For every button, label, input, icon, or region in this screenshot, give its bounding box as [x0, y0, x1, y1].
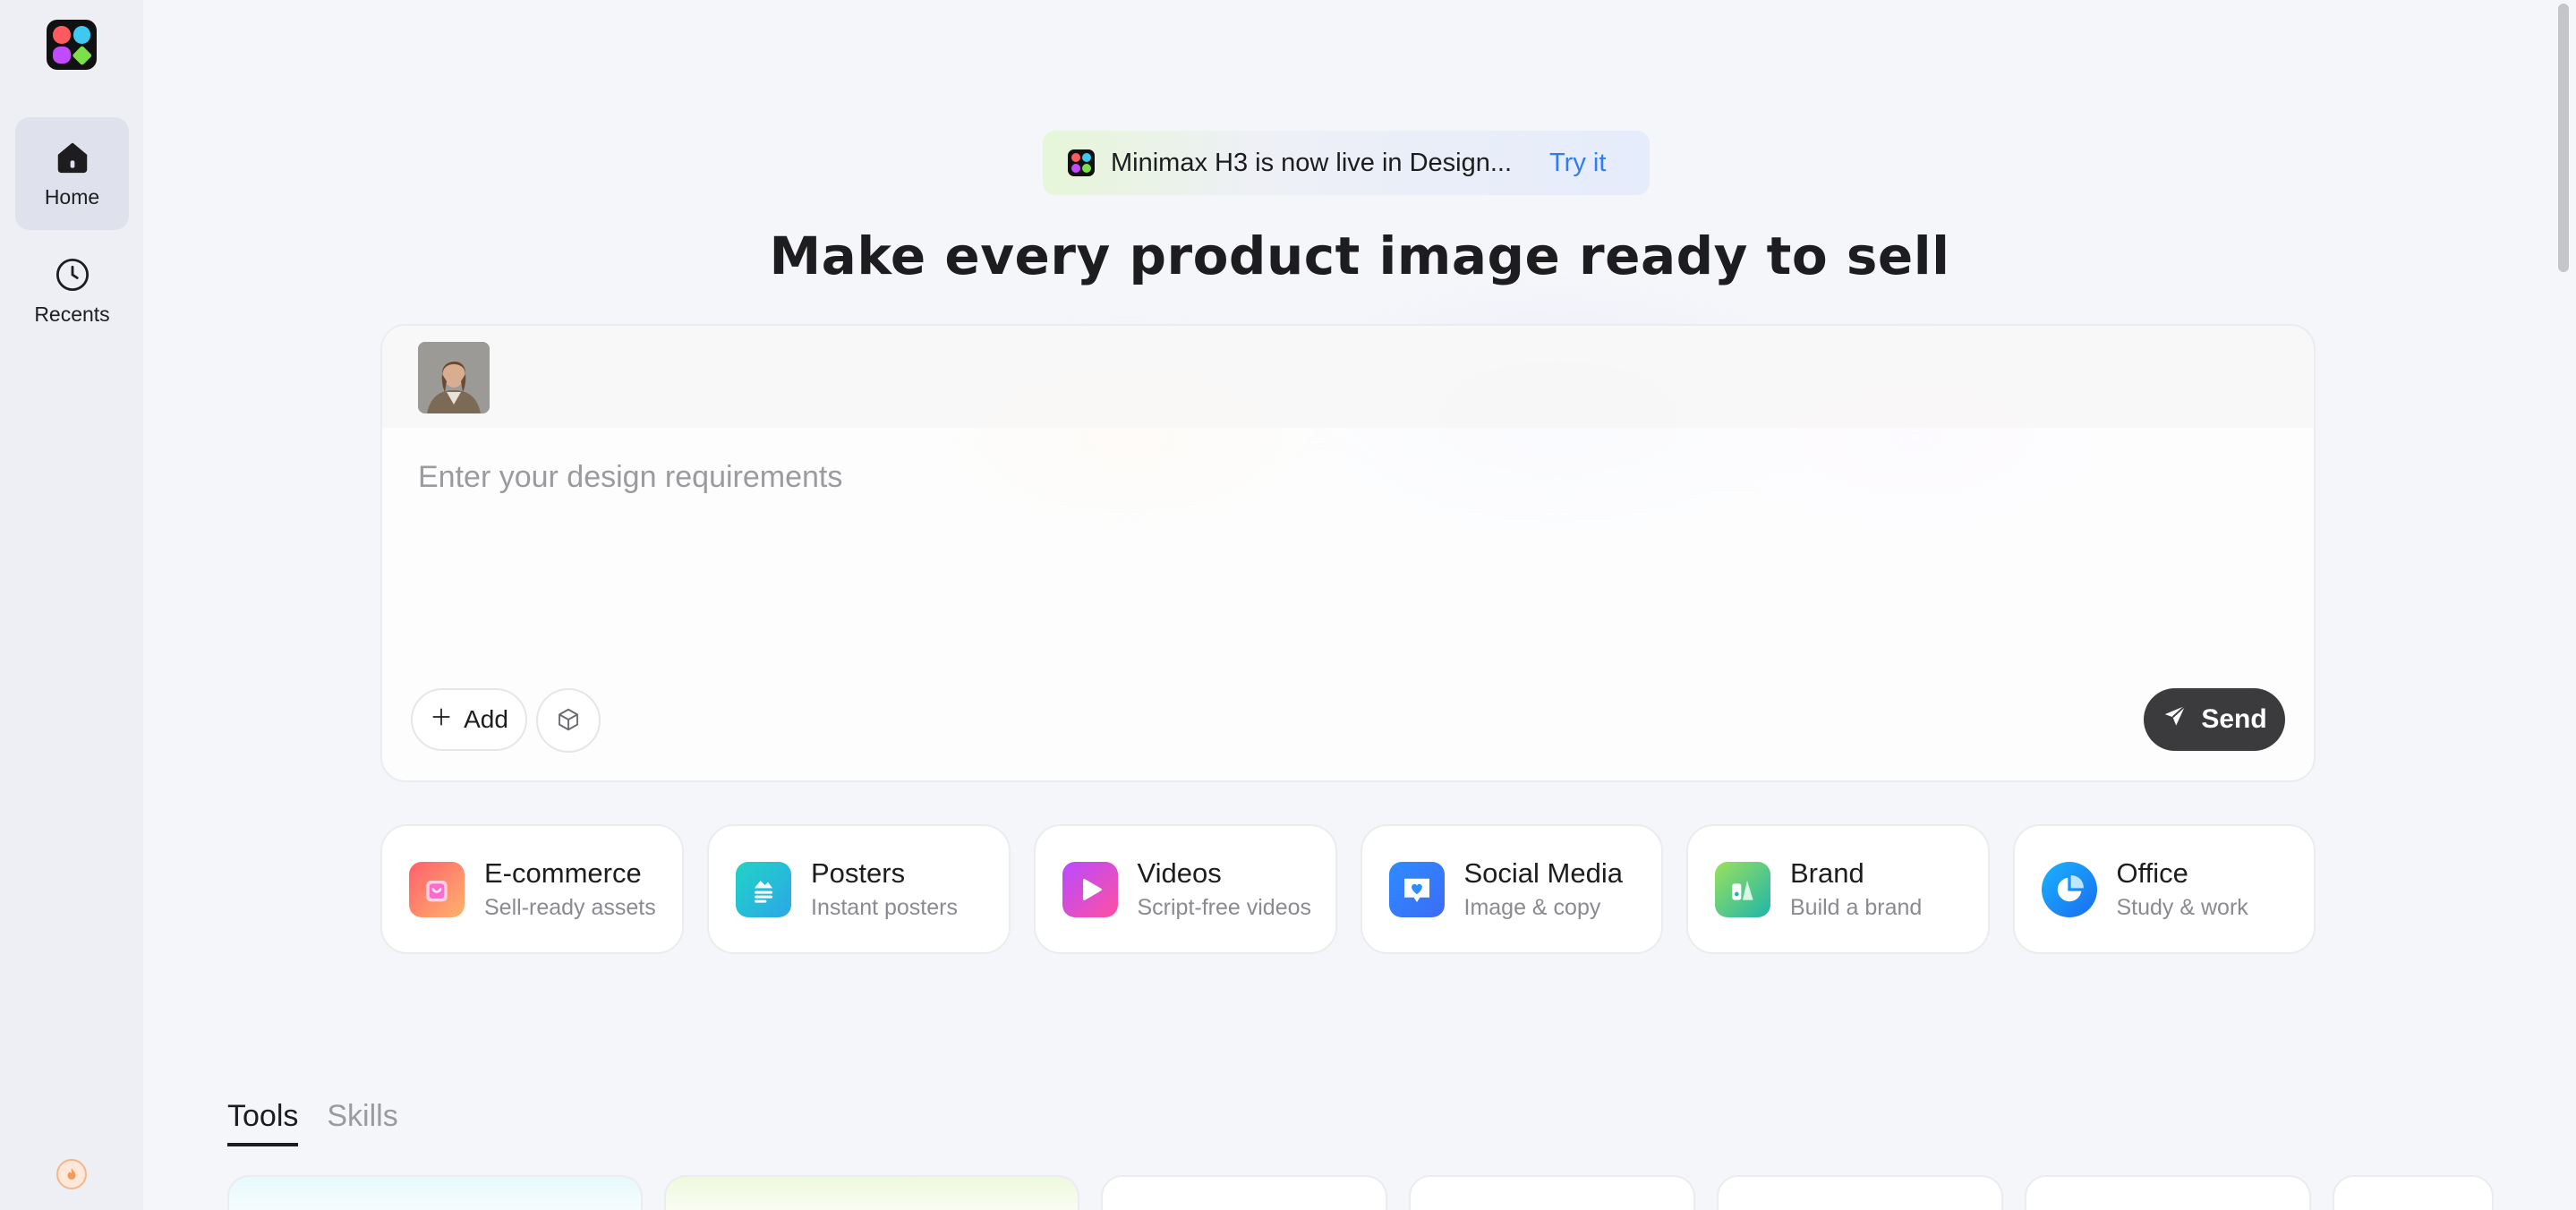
attachment-thumbnail[interactable] — [418, 342, 490, 413]
tool-card-list — [227, 1175, 2555, 1210]
tool-card[interactable] — [227, 1175, 643, 1210]
category-title: Brand — [1790, 857, 1864, 889]
content-tabs: Tools Skills — [227, 1099, 398, 1146]
send-button-label: Send — [2201, 704, 2267, 734]
category-title: Office — [2116, 857, 2188, 889]
add-button-label: Add — [464, 705, 508, 733]
banner-text: Minimax H3 is now live in Design... — [1111, 148, 1513, 177]
send-button[interactable]: Send — [2144, 688, 2285, 751]
plus-icon — [430, 705, 453, 735]
heart-chat-icon — [1388, 861, 1445, 917]
category-subtitle: Sell-ready assets — [484, 895, 656, 920]
tab-tools[interactable]: Tools — [227, 1099, 299, 1146]
scrollbar-thumb[interactable] — [2558, 4, 2569, 272]
shopping-bag-icon — [409, 861, 465, 917]
cube-icon — [555, 706, 582, 736]
design-requirements-input[interactable] — [418, 460, 2280, 639]
category-subtitle: Image & copy — [1463, 895, 1601, 920]
flame-icon[interactable] — [56, 1159, 87, 1189]
announcement-banner[interactable]: Minimax H3 is now live in Design... Try … — [1043, 131, 1650, 195]
send-icon — [2162, 703, 2188, 737]
category-office[interactable]: Office Study & work — [2012, 824, 2316, 954]
category-videos[interactable]: Videos Script-free videos — [1033, 824, 1337, 954]
category-subtitle: Script-free videos — [1137, 895, 1312, 920]
category-subtitle: Instant posters — [811, 895, 958, 920]
home-icon — [54, 139, 91, 176]
page-title: Make every product image ready to sell — [769, 226, 1950, 286]
tool-card[interactable] — [1717, 1175, 2003, 1210]
play-icon — [1062, 861, 1118, 917]
add-button[interactable]: Add — [411, 688, 527, 751]
sidebar-item-label: Recents — [34, 302, 110, 326]
category-title: Social Media — [1463, 857, 1623, 889]
category-list: E-commerce Sell-ready assets Posters Ins… — [380, 824, 2316, 954]
3d-model-button[interactable] — [536, 688, 601, 753]
page-scrollbar[interactable] — [2556, 0, 2569, 1210]
category-brand[interactable]: Brand Build a brand — [1686, 824, 1990, 954]
sidebar-item-label: Home — [44, 184, 100, 209]
pie-chart-icon — [2041, 861, 2097, 917]
category-title: Posters — [811, 857, 906, 889]
category-posters[interactable]: Posters Instant posters — [707, 824, 1011, 954]
brand-icon — [1715, 861, 1770, 917]
sidebar-item-home[interactable]: Home — [15, 117, 129, 230]
category-subtitle: Build a brand — [1790, 895, 1923, 920]
attachments-bar — [382, 326, 2314, 428]
tool-card[interactable] — [1409, 1175, 1695, 1210]
sidebar: Home Recents — [0, 0, 143, 1210]
tab-skills[interactable]: Skills — [327, 1099, 397, 1146]
app-logo-icon[interactable] — [47, 20, 97, 70]
minimax-logo-icon — [1068, 149, 1095, 176]
tool-card[interactable] — [2025, 1175, 2311, 1210]
category-subtitle: Study & work — [2116, 895, 2248, 920]
try-it-link[interactable]: Try it — [1549, 149, 1606, 178]
clock-icon — [54, 256, 91, 294]
sidebar-item-recents[interactable]: Recents — [15, 234, 129, 347]
tool-card[interactable] — [2333, 1175, 2494, 1210]
prompt-composer: Add Send — [380, 324, 2316, 782]
main-content: Minimax H3 is now live in Design... Try … — [143, 0, 2576, 1210]
category-title: Videos — [1137, 857, 1222, 889]
app-root: Home Recents Minimax H3 is now live in D… — [0, 0, 2576, 1210]
tool-card[interactable] — [1101, 1175, 1387, 1210]
category-title: E-commerce — [484, 857, 642, 889]
category-ecommerce[interactable]: E-commerce Sell-ready assets — [380, 824, 684, 954]
tool-card[interactable] — [664, 1175, 1079, 1210]
category-social-media[interactable]: Social Media Image & copy — [1360, 824, 1663, 954]
poster-icon — [736, 861, 791, 917]
